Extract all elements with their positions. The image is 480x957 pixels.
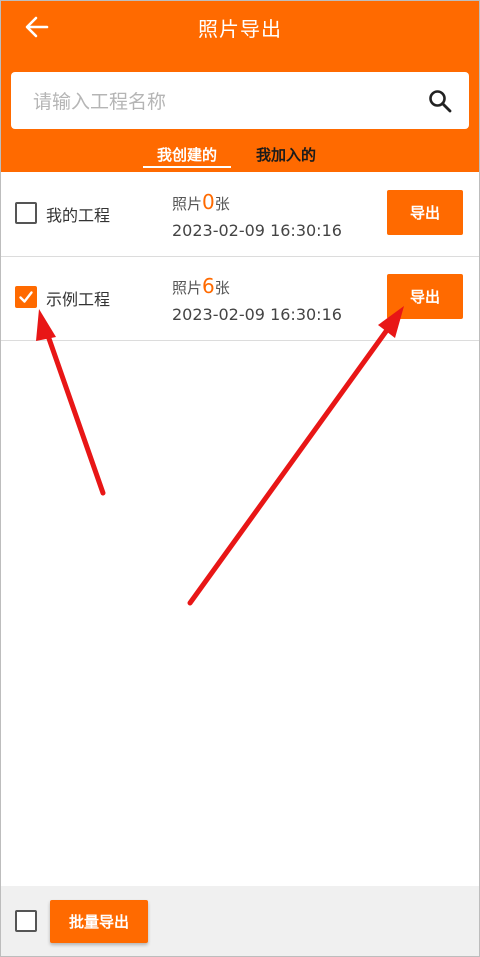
photo-count-suffix: 张 <box>214 195 230 213</box>
photo-count: 0 <box>202 190 215 214</box>
bottom-action-bar: 批量导出 <box>1 886 479 956</box>
select-all-checkbox[interactable] <box>15 910 37 932</box>
page-title: 照片导出 <box>198 17 282 41</box>
export-button[interactable]: 导出 <box>387 190 463 235</box>
list-item: 示例工程 照片6张 2023-02-09 16:30:16 导出 <box>1 256 479 341</box>
project-name: 示例工程 <box>46 290 111 309</box>
export-button[interactable]: 导出 <box>387 274 463 319</box>
photo-count-line: 照片6张 <box>172 274 230 298</box>
project-checkbox[interactable] <box>15 286 37 308</box>
tab-created-by-me[interactable]: 我创建的 <box>142 144 232 168</box>
tab-bar: 我创建的 我加入的 <box>1 144 479 172</box>
checkmark-icon <box>19 291 33 303</box>
project-datetime: 2023-02-09 16:30:16 <box>172 305 342 324</box>
project-datetime: 2023-02-09 16:30:16 <box>172 221 342 240</box>
batch-export-button[interactable]: 批量导出 <box>50 900 148 943</box>
photo-count-line: 照片0张 <box>172 190 230 214</box>
photo-count: 6 <box>202 274 215 298</box>
photo-count-suffix: 张 <box>214 279 230 297</box>
list-item: 我的工程 照片0张 2023-02-09 16:30:16 导出 <box>1 172 479 257</box>
project-checkbox[interactable] <box>15 202 37 224</box>
photo-count-prefix: 照片 <box>172 279 203 297</box>
search-box <box>11 72 469 131</box>
app-header: 照片导出 我创建的 我加入的 <box>1 1 479 172</box>
search-input[interactable] <box>31 72 415 131</box>
photo-count-prefix: 照片 <box>172 195 203 213</box>
search-icon[interactable] <box>427 88 453 114</box>
project-name: 我的工程 <box>46 206 111 225</box>
tab-joined-by-me[interactable]: 我加入的 <box>256 144 316 165</box>
